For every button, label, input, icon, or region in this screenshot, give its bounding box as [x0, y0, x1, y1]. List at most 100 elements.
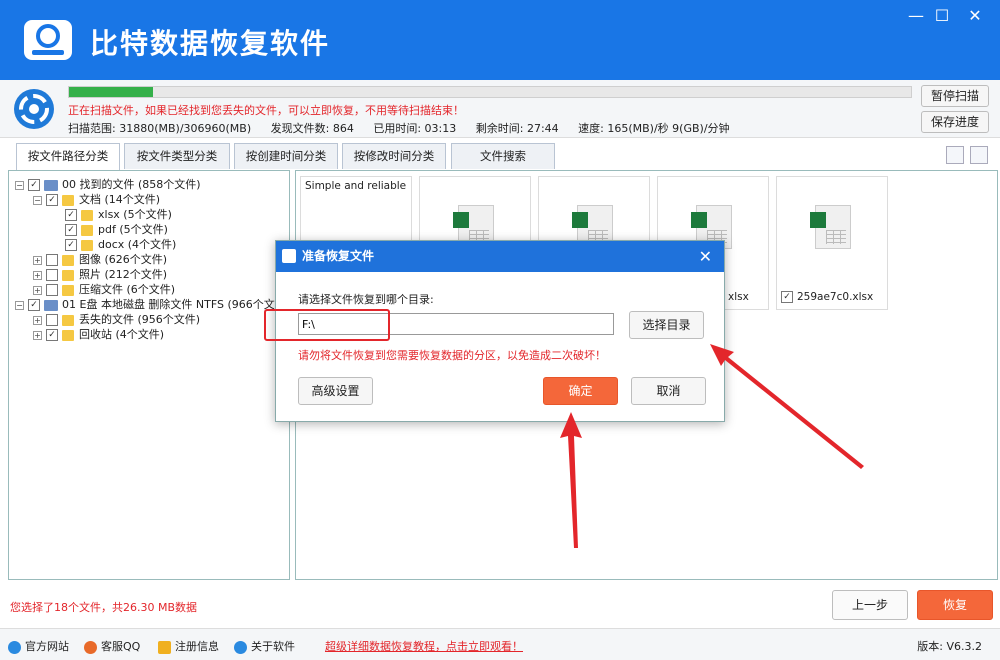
globe-icon [8, 640, 21, 654]
expand-icon[interactable]: + [33, 330, 42, 340]
checkbox[interactable] [46, 314, 58, 326]
tree-item-drive-e[interactable]: − ✓ 01 E盘 本地磁盘 删除文件 NTFS (966个文件) [15, 297, 290, 312]
folder-tree: − ✓ 00 找到的文件 (858个文件) − ✓ 文档 (14个文件) ✓ xlsx (… [8, 170, 290, 580]
info-icon [234, 640, 247, 654]
scan-spinner-icon [14, 89, 54, 129]
tutorial-link[interactable]: 超级详细数据恢复教程，点击立即观看！ [325, 638, 523, 654]
checkbox[interactable]: ✓ [28, 299, 40, 311]
dialog-title: 准备恢复文件 [302, 249, 375, 263]
scan-info: 扫描范围: 31880(MB)/306960(MB) 发现文件数: 864 已用… [68, 120, 746, 136]
collapse-icon[interactable]: − [15, 300, 24, 310]
grid-view-icon[interactable] [970, 146, 988, 164]
scan-status-text: 正在扫描文件，如果已经找到您丢失的文件，可以立即恢复，不用等待扫描结束！ [68, 104, 464, 117]
choose-directory-button[interactable]: 选择目录 [629, 311, 704, 339]
remaining-time: 剩余时间: 27:44 [475, 122, 559, 135]
checkbox[interactable] [46, 284, 58, 296]
version-label: 版本: V6.3.2 [917, 640, 982, 653]
tab-by-type[interactable]: 按文件类型分类 [124, 143, 230, 169]
tab-by-path[interactable]: 按文件路径分类 [16, 143, 120, 170]
expand-icon[interactable]: + [33, 285, 42, 295]
tree-item-xlsx[interactable]: ✓ xlsx (5个文件) [65, 207, 172, 222]
maximize-button[interactable]: ☐ [930, 6, 954, 26]
close-button[interactable]: ✕ [963, 6, 987, 26]
minimize-button[interactable]: — [904, 6, 928, 26]
tree-label: 01 E盘 本地磁盘 删除文件 NTFS (966个文件) [62, 298, 290, 311]
dialog-warning: 请勿将文件恢复到您需要恢复数据的分区，以免造成二次破坏！ [298, 349, 606, 362]
dialog-close-icon[interactable]: ✕ [699, 241, 712, 272]
found-count: 发现文件数: 864 [270, 122, 354, 135]
folder-icon [62, 329, 74, 341]
tree-item-documents[interactable]: − ✓ 文档 (14个文件) [33, 192, 160, 207]
excel-file-icon [810, 205, 851, 249]
collapse-icon[interactable]: − [33, 195, 42, 205]
tree-label: 照片 (212个文件) [79, 268, 168, 281]
folder-icon [81, 224, 93, 236]
tab-by-modified[interactable]: 按修改时间分类 [342, 143, 446, 169]
advanced-settings-button[interactable]: 高级设置 [298, 377, 373, 405]
dialog-prompt: 请选择文件恢复到哪个目录: [298, 293, 434, 306]
tree-item-recycle-bin[interactable]: + ✓ 回收站 (4个文件) [33, 327, 164, 342]
file-name: xlsx [728, 291, 749, 303]
tree-item-archives[interactable]: + 压缩文件 (6个文件) [33, 282, 175, 297]
checkbox[interactable]: ✓ [46, 194, 58, 206]
expand-icon[interactable]: + [33, 315, 42, 325]
qq-icon [84, 640, 97, 654]
tree-item-pdf[interactable]: ✓ pdf (5个文件) [65, 222, 168, 237]
folder-icon [62, 269, 74, 281]
file-card[interactable]: ✓ 259ae7c0.xlsx [776, 176, 888, 310]
folder-icon [81, 239, 93, 251]
app-title: 比特数据恢复软件 [90, 27, 331, 60]
list-view-icon[interactable] [946, 146, 964, 164]
checkbox[interactable] [46, 254, 58, 266]
scan-panel: 正在扫描文件，如果已经找到您丢失的文件，可以立即恢复，不用等待扫描结束！ 扫描范… [0, 80, 1000, 138]
app-logo-icon [24, 20, 72, 60]
collapse-icon[interactable]: − [15, 180, 24, 190]
scan-speed: 速度: 165(MB)/秒 9(GB)/分钟 [578, 122, 730, 135]
checkbox[interactable]: ✓ [65, 224, 77, 236]
tree-item-found-files[interactable]: − ✓ 00 找到的文件 (858个文件) [15, 177, 201, 192]
expand-icon[interactable]: + [33, 255, 42, 265]
scan-range: 扫描范围: 31880(MB)/306960(MB) [68, 122, 252, 135]
selection-summary: 您选择了18个文件，共26.30 MB数据 [10, 601, 198, 614]
tab-by-created[interactable]: 按创建时间分类 [234, 143, 338, 169]
tree-label: xlsx (5个文件) [98, 208, 172, 221]
qq-link[interactable]: 客服QQ [84, 638, 140, 654]
tree-item-photos[interactable]: + 照片 (212个文件) [33, 267, 167, 282]
qq-label: 客服QQ [101, 640, 141, 653]
website-label: 官方网站 [25, 640, 69, 653]
confirm-button[interactable]: 确定 [543, 377, 618, 405]
tree-item-images[interactable]: + 图像 (626个文件) [33, 252, 167, 267]
title-bar: 比特数据恢复软件 — ☐ ✕ [0, 0, 1000, 80]
tree-label: 00 找到的文件 (858个文件) [62, 178, 201, 191]
file-preview-text: Simple and reliable [305, 180, 407, 192]
tree-label: 文档 (14个文件) [79, 193, 161, 206]
file-name-text: 259ae7c0.xlsx [797, 291, 874, 303]
checkbox[interactable]: ✓ [46, 329, 58, 341]
cancel-button[interactable]: 取消 [631, 377, 706, 405]
pause-scan-button[interactable]: 暂停扫描 [921, 85, 989, 107]
checkbox[interactable]: ✓ [65, 209, 77, 221]
about-link[interactable]: 关于软件 [234, 638, 295, 654]
recover-button[interactable]: 恢复 [917, 590, 993, 620]
checkbox[interactable]: ✓ [781, 291, 793, 303]
tab-file-search[interactable]: 文件搜索 [451, 143, 555, 169]
save-progress-button[interactable]: 保存进度 [921, 111, 989, 133]
scan-progress-bar [68, 86, 912, 98]
tree-item-lost-files[interactable]: + 丢失的文件 (956个文件) [33, 312, 200, 327]
folder-icon [62, 314, 74, 326]
elapsed-time: 已用时间: 03:13 [373, 122, 457, 135]
register-link[interactable]: 注册信息 [158, 638, 219, 654]
website-link[interactable]: 官方网站 [8, 638, 69, 654]
tree-label: 图像 (626个文件) [79, 253, 168, 266]
expand-icon[interactable]: + [33, 270, 42, 280]
checkbox[interactable] [46, 269, 58, 281]
drive-icon [44, 299, 58, 311]
checkbox[interactable]: ✓ [65, 239, 77, 251]
footer: 官方网站 客服QQ 注册信息 关于软件 超级详细数据恢复教程，点击立即观看！ 版… [0, 628, 1000, 660]
checkbox[interactable]: ✓ [28, 179, 40, 191]
highlight-box [264, 309, 390, 341]
tree-label: 回收站 (4个文件) [79, 328, 165, 341]
tree-item-docx[interactable]: ✓ docx (4个文件) [65, 237, 176, 252]
back-button[interactable]: 上一步 [832, 590, 908, 620]
tree-label: pdf (5个文件) [98, 223, 168, 236]
